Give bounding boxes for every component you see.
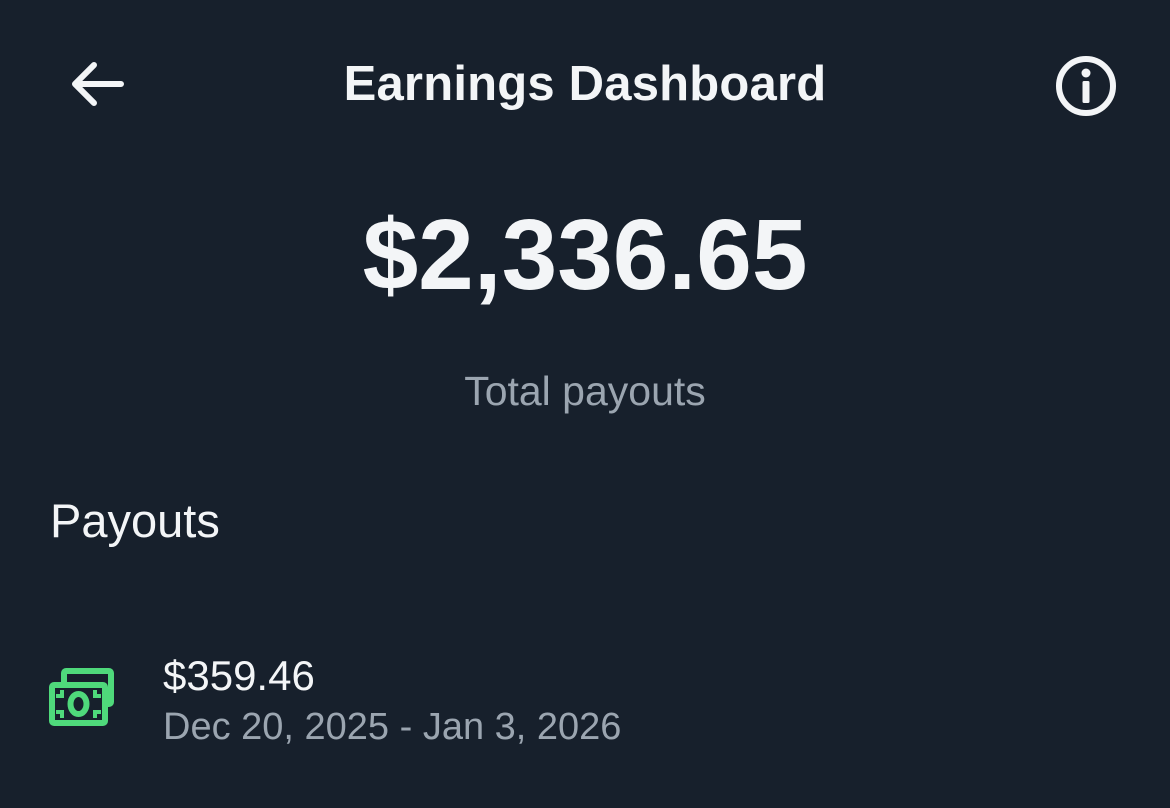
- total-payout-label: Total payouts: [464, 368, 706, 414]
- payout-list-item[interactable]: $359.46 Dec 20, 2025 - Jan 3, 2026: [0, 640, 1170, 760]
- page-title: Earnings Dashboard: [343, 57, 827, 111]
- info-button[interactable]: [1050, 52, 1122, 120]
- payout-date-range: Dec 20, 2025 - Jan 3, 2026: [163, 706, 622, 748]
- top-app-bar: Earnings Dashboard: [0, 0, 1170, 170]
- total-payout-amount: $2,336.65: [362, 199, 808, 311]
- info-circle-icon: [1056, 56, 1116, 116]
- earnings-dashboard-screen: Earnings Dashboard $2,336.65 Total payou…: [0, 0, 1170, 808]
- arrow-left-icon: [72, 62, 124, 106]
- payout-amount: $359.46: [163, 652, 315, 699]
- back-button[interactable]: [60, 52, 132, 116]
- cash-icon: [49, 668, 114, 726]
- payouts-heading: Payouts: [50, 494, 220, 547]
